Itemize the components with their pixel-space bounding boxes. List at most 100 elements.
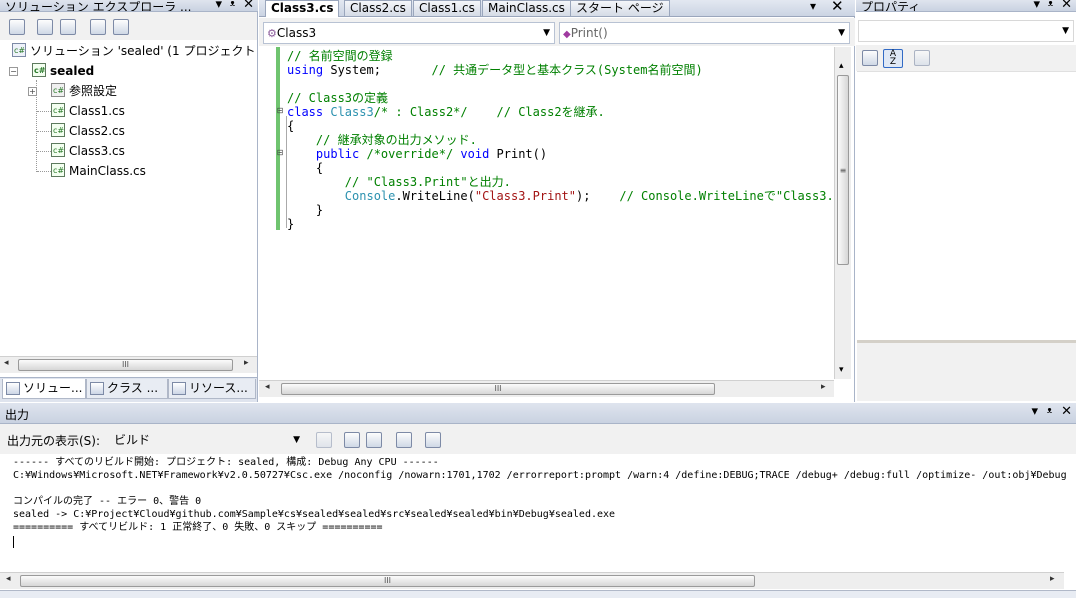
- code-line: public /*override*/ void Print(): [287, 147, 548, 161]
- solution-icon: [12, 41, 26, 61]
- tab-solution-explorer[interactable]: ソリュー...: [2, 379, 86, 399]
- member-combo-value: Print(): [570, 26, 608, 40]
- scroll-thumb[interactable]: ≡: [837, 75, 849, 265]
- output-hscrollbar[interactable]: ◂ III ▸: [0, 572, 1064, 589]
- output-line: C:¥Windows¥Microsoft.NET¥Framework¥v2.0.…: [13, 470, 1067, 481]
- editor-tab-strip: Class3.cs Class2.cs Class1.cs MainClass.…: [259, 0, 855, 17]
- solution-explorer-panel: ソリューション エクスプローラ ... ▾ ᵜ ✕ ソリューション 'seale…: [0, 0, 258, 402]
- output-line: ========== すべてリビルド: 1 正常終了、0 失敗、0 スキップ =…: [13, 522, 383, 533]
- output-text-area[interactable]: ------ すべてのリビルド開始: プロジェクト: sealed, 構成: D…: [0, 454, 1076, 572]
- dropdown-icon[interactable]: ▾: [1033, 0, 1040, 11]
- code-line: }: [287, 203, 324, 217]
- type-combo[interactable]: ⚙Class3 ▼: [263, 22, 555, 44]
- tab-class-view[interactable]: クラス ...: [86, 379, 168, 399]
- code-area[interactable]: ⊟ ⊟ // 名前空間の登録 using System; // 共通データ型と基…: [276, 47, 834, 379]
- close-icon[interactable]: ✕: [1061, 404, 1072, 420]
- tab-class2[interactable]: Class2.cs: [344, 0, 412, 16]
- change-tracking-bar: [276, 47, 280, 230]
- pin-icon[interactable]: ᵜ: [1047, 404, 1052, 420]
- collapse-project-icon[interactable]: −: [9, 67, 18, 76]
- expand-references-icon[interactable]: +: [28, 87, 37, 96]
- output-source-value: ビルド: [114, 433, 151, 447]
- find-message-icon[interactable]: [316, 432, 332, 448]
- tab-class1[interactable]: Class1.cs: [413, 0, 481, 16]
- close-icon[interactable]: ✕: [1061, 0, 1072, 11]
- scroll-down-icon[interactable]: ▾: [839, 365, 844, 375]
- solution-explorer-toolbar: [0, 12, 257, 40]
- editor-panel: Class3.cs Class2.cs Class1.cs MainClass.…: [259, 0, 855, 402]
- output-toolbar: 出力元の表示(S): ビルド ▼: [0, 424, 1076, 454]
- references-label: 参照設定: [69, 84, 118, 98]
- scroll-right-icon[interactable]: ▸: [244, 358, 249, 368]
- view-code-icon[interactable]: [90, 19, 106, 35]
- tree-item-references[interactable]: 参照設定: [51, 81, 117, 101]
- close-document-icon[interactable]: ✕: [831, 0, 844, 15]
- project-label: sealed: [50, 64, 95, 78]
- csharp-file-icon: [51, 161, 65, 181]
- member-combo[interactable]: ◆Print() ▼: [559, 22, 850, 44]
- collapse-method-icon[interactable]: ⊟: [276, 149, 284, 157]
- refresh-icon[interactable]: [60, 19, 76, 35]
- pin-icon[interactable]: ᵜ: [230, 0, 235, 11]
- tree-item-file[interactable]: MainClass.cs: [51, 161, 146, 181]
- properties-panel: プロパティ ▾ ᵜ ✕ ▼ AZ: [856, 0, 1076, 402]
- class-diagram-icon[interactable]: [113, 19, 129, 35]
- project-icon: [32, 61, 46, 81]
- properties-toolbar: AZ: [856, 45, 1076, 71]
- scroll-right-icon[interactable]: ▸: [821, 382, 826, 392]
- dropdown-icon[interactable]: ▼: [543, 23, 550, 43]
- editor-vscrollbar[interactable]: ▴ ≡ ▾: [834, 47, 851, 379]
- tab-list-dropdown-icon[interactable]: ▾: [810, 0, 816, 13]
- scroll-left-icon[interactable]: ◂: [4, 358, 9, 368]
- pin-icon[interactable]: ᵜ: [1048, 0, 1053, 11]
- editor-hscrollbar[interactable]: ◂ III ▸: [259, 380, 834, 397]
- output-title-bar: 出力 ▾ ᵜ ✕: [0, 403, 1076, 424]
- output-panel: 出力 ▾ ᵜ ✕ 出力元の表示(S): ビルド ▼ ------ すべてのリビル…: [0, 403, 1076, 598]
- dropdown-icon[interactable]: ▾: [215, 0, 222, 11]
- output-source-select[interactable]: ビルド ▼: [109, 429, 305, 451]
- tree-item-file[interactable]: Class2.cs: [51, 121, 125, 141]
- property-pages-icon[interactable]: [914, 50, 930, 66]
- scroll-left-icon[interactable]: ◂: [265, 382, 270, 392]
- text-cursor: [13, 536, 14, 548]
- dropdown-icon[interactable]: ▼: [1062, 21, 1069, 41]
- object-selector[interactable]: ▼: [858, 20, 1074, 42]
- next-message-icon[interactable]: [366, 432, 382, 448]
- scroll-thumb[interactable]: III: [281, 383, 715, 395]
- alphabetical-icon[interactable]: AZ: [883, 49, 903, 68]
- previous-message-icon[interactable]: [344, 432, 360, 448]
- tab-class3[interactable]: Class3.cs: [265, 0, 340, 17]
- clear-all-icon[interactable]: [396, 432, 412, 448]
- properties-title: プロパティ: [861, 0, 921, 12]
- scroll-left-icon[interactable]: ◂: [6, 574, 11, 584]
- scroll-up-icon[interactable]: ▴: [839, 61, 844, 71]
- properties-icon[interactable]: [9, 19, 25, 35]
- tab-mainclass[interactable]: MainClass.cs: [482, 0, 571, 16]
- collapse-class-icon[interactable]: ⊟: [276, 107, 284, 115]
- solution-explorer-icon: [6, 382, 20, 395]
- tree-item-file[interactable]: Class3.cs: [51, 141, 125, 161]
- scroll-right-icon[interactable]: ▸: [1050, 574, 1055, 584]
- code-line: {: [287, 161, 324, 175]
- code-line: Console.WriteLine("Class3.Print"); // Co…: [287, 189, 834, 203]
- class-icon: ⚙: [267, 27, 277, 40]
- scroll-thumb[interactable]: III: [18, 359, 233, 371]
- dropdown-icon[interactable]: ▾: [1031, 404, 1038, 420]
- solution-explorer-hscrollbar[interactable]: ◂ III ▸: [0, 356, 257, 373]
- tree-item-project[interactable]: sealed: [32, 61, 94, 81]
- dropdown-icon[interactable]: ▼: [838, 23, 845, 43]
- show-all-files-icon[interactable]: [37, 19, 53, 35]
- close-icon[interactable]: ✕: [243, 0, 254, 11]
- tree-item-solution[interactable]: ソリューション 'sealed' (1 プロジェクト: [12, 41, 255, 61]
- file-label: Class1.cs: [69, 104, 125, 118]
- tab-resource-view[interactable]: リソース...: [168, 379, 256, 399]
- dropdown-icon[interactable]: ▼: [293, 430, 300, 450]
- word-wrap-icon[interactable]: [425, 432, 441, 448]
- properties-grid: [857, 71, 1076, 339]
- output-source-label: 出力元の表示(S):: [7, 434, 101, 448]
- tab-start-page[interactable]: スタート ページ: [570, 0, 670, 16]
- tree-item-file[interactable]: Class1.cs: [51, 101, 125, 121]
- tab-label: クラス ...: [107, 381, 159, 395]
- categorized-icon[interactable]: [862, 50, 878, 66]
- scroll-thumb[interactable]: III: [20, 575, 755, 587]
